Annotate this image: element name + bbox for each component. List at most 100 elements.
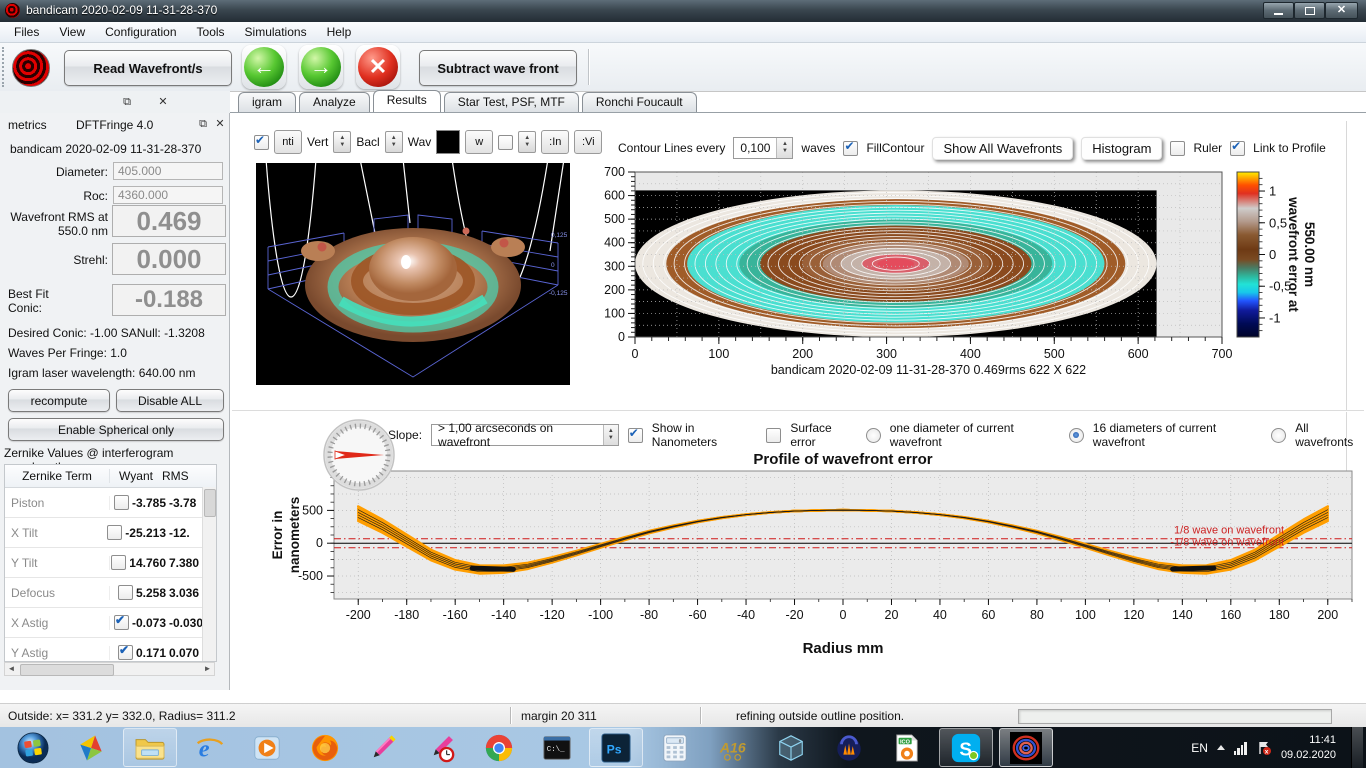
taskbar-item-firefox[interactable] bbox=[299, 729, 351, 766]
dock-close-icon[interactable]: ✕ bbox=[156, 95, 170, 109]
diameter-field[interactable]: 405.000 bbox=[113, 162, 223, 180]
ruler-checkbox[interactable] bbox=[1170, 141, 1185, 156]
spinner-arrows-icon[interactable]: ▲▼ bbox=[603, 425, 618, 445]
taskbar-item-skype[interactable]: S bbox=[939, 728, 993, 767]
delete-wavefront-button[interactable]: ✕ bbox=[356, 45, 400, 89]
zernike-enable-checkbox[interactable] bbox=[118, 645, 133, 660]
vertical-scale-spinner[interactable]: ▲▼ bbox=[333, 131, 351, 153]
table-row[interactable]: Piston -3.785 -3.78 bbox=[5, 488, 216, 518]
one-diameter-radio[interactable] bbox=[866, 428, 881, 443]
tab-igram[interactable]: igram bbox=[238, 92, 296, 112]
minimize-button[interactable] bbox=[1263, 2, 1294, 19]
start-button[interactable] bbox=[7, 729, 59, 766]
column-rms[interactable]: RMS bbox=[162, 469, 198, 483]
dock-float-icon[interactable]: ⧉ bbox=[120, 95, 134, 109]
hidden-icons-caret[interactable] bbox=[1217, 745, 1225, 750]
zernike-enable-checkbox[interactable] bbox=[114, 615, 129, 630]
taskbar-item-a16-tool[interactable]: A16 bbox=[707, 729, 759, 766]
taskbar-item-media-player[interactable] bbox=[241, 729, 293, 766]
menu-configuration[interactable]: Configuration bbox=[95, 22, 186, 42]
scroll-right-arrow[interactable]: ► bbox=[201, 663, 214, 675]
zoom-in-button[interactable]: :In bbox=[541, 130, 569, 154]
lighting-spinner[interactable]: ▲▼ bbox=[518, 131, 536, 153]
scrollbar-thumb[interactable] bbox=[204, 489, 216, 517]
roc-field[interactable]: 4360.000 bbox=[113, 186, 223, 204]
anti-aliasing-button[interactable]: nti bbox=[274, 130, 302, 154]
scroll-left-arrow[interactable]: ◄ bbox=[5, 663, 18, 675]
toolbar-drag-handle[interactable] bbox=[2, 47, 7, 87]
zernike-enable-checkbox[interactable] bbox=[111, 555, 126, 570]
show-nanometers-checkbox[interactable] bbox=[628, 428, 643, 443]
slope-threshold-combo[interactable]: > 1,00 arcseconds on wavefront ▲▼ bbox=[431, 424, 619, 446]
background-spinner[interactable]: ▲▼ bbox=[385, 131, 403, 153]
taskbar-item-pencil-app[interactable] bbox=[357, 729, 409, 766]
taskbar-item-dftfringe[interactable] bbox=[999, 728, 1053, 767]
menu-files[interactable]: Files bbox=[4, 22, 49, 42]
surface-error-checkbox[interactable] bbox=[766, 428, 781, 443]
taskbar-item-internet-explorer[interactable]: e bbox=[183, 729, 235, 766]
table-row[interactable]: X Astig -0.073 -0.030 bbox=[5, 608, 216, 638]
clock[interactable]: 11:41 09.02.2020 bbox=[1281, 733, 1338, 762]
taskbar-item-diamond-app[interactable] bbox=[65, 729, 117, 766]
taskbar-item-chrome[interactable] bbox=[473, 729, 525, 766]
show-desktop-button[interactable] bbox=[1351, 727, 1363, 768]
fill-contour-checkbox[interactable] bbox=[843, 141, 858, 156]
histogram-button[interactable]: Histogram bbox=[1081, 137, 1162, 160]
next-wavefront-button[interactable]: → bbox=[299, 45, 343, 89]
previous-wavefront-button[interactable]: ← bbox=[242, 45, 286, 89]
link-to-profile-checkbox[interactable] bbox=[1230, 141, 1245, 156]
tab-results[interactable]: Results bbox=[373, 90, 441, 112]
taskbar-item-photoshop[interactable]: Ps bbox=[589, 728, 643, 767]
taskbar-item-explorer[interactable] bbox=[123, 728, 177, 767]
interferogram-icon[interactable] bbox=[12, 49, 50, 87]
taskbar-item-3d-cube-app[interactable] bbox=[765, 729, 817, 766]
tab-analyze[interactable]: Analyze bbox=[299, 92, 370, 112]
subtract-wavefront-button[interactable]: Subtract wave front bbox=[419, 50, 577, 86]
horizontal-scrollbar[interactable]: ◄ ► bbox=[4, 662, 215, 676]
zernike-enable-checkbox[interactable] bbox=[114, 495, 129, 510]
lighting-checkbox[interactable] bbox=[498, 135, 513, 150]
contour-interval-spinbox[interactable]: 0,100 ▲▼ bbox=[733, 137, 793, 159]
spinner-arrows-icon[interactable]: ▲▼ bbox=[776, 138, 792, 158]
show-all-wavefronts-button[interactable]: Show All Wavefronts bbox=[932, 137, 1073, 160]
column-wyant[interactable]: Wyant bbox=[110, 469, 162, 483]
maximize-button[interactable] bbox=[1294, 2, 1325, 19]
menu-tools[interactable]: Tools bbox=[187, 22, 235, 42]
table-row[interactable]: Y Astig 0.171 0.070 bbox=[5, 638, 216, 662]
table-row[interactable]: X Tilt -25.213 -12. bbox=[5, 518, 216, 548]
taskbar-item-ico-file[interactable]: ICO bbox=[881, 729, 933, 766]
language-indicator[interactable]: EN bbox=[1191, 741, 1208, 755]
network-icon[interactable] bbox=[1234, 741, 1247, 755]
taskbar-item-pencil-timer-app[interactable] bbox=[415, 729, 467, 766]
scrollbar-thumb[interactable] bbox=[20, 664, 114, 676]
profile-chart[interactable]: Profile of wavefront errorError innanome… bbox=[262, 448, 1362, 666]
panel-float-icon[interactable]: ⧉ bbox=[196, 117, 210, 131]
all-wavefronts-radio[interactable] bbox=[1271, 428, 1286, 443]
show-button[interactable]: w bbox=[465, 130, 493, 154]
zernike-header-row[interactable]: Zernike Term Wyant RMS bbox=[5, 465, 216, 488]
action-center-flag-icon[interactable]: x bbox=[1256, 740, 1272, 756]
background-color-swatch[interactable] bbox=[436, 130, 460, 154]
surface-toggle-checkbox[interactable] bbox=[254, 135, 269, 150]
save-view-button[interactable]: :Vi bbox=[574, 130, 602, 154]
table-row[interactable]: Defocus 5.258 3.036 bbox=[5, 578, 216, 608]
close-button[interactable]: ✕ bbox=[1325, 2, 1358, 19]
vertical-scrollbar[interactable] bbox=[202, 487, 216, 661]
read-wavefronts-button[interactable]: Read Wavefront/s bbox=[64, 50, 232, 86]
disable-all-button[interactable]: Disable ALL bbox=[116, 389, 224, 412]
column-zernike-term[interactable]: Zernike Term bbox=[5, 469, 110, 483]
tab-ronchi-foucault[interactable]: Ronchi Foucault bbox=[582, 92, 697, 112]
taskbar-item-calculator[interactable]: 0 bbox=[649, 729, 701, 766]
taskbar-item-audacity[interactable] bbox=[823, 729, 875, 766]
recompute-button[interactable]: recompute bbox=[8, 389, 110, 412]
taskbar-item-command-prompt[interactable]: C:\_ bbox=[531, 729, 583, 766]
menu-simulations[interactable]: Simulations bbox=[235, 22, 317, 42]
enable-spherical-button[interactable]: Enable Spherical only bbox=[8, 418, 224, 441]
panel-close-icon[interactable]: ✕ bbox=[213, 117, 227, 131]
zernike-enable-checkbox[interactable] bbox=[107, 525, 122, 540]
sixteen-diameters-radio[interactable] bbox=[1069, 428, 1084, 443]
menu-help[interactable]: Help bbox=[317, 22, 362, 42]
contour-chart[interactable]: 0100200300400500600700010020030040050060… bbox=[585, 160, 1330, 405]
wavefront-3d-view[interactable]: 0,1250-0,125 bbox=[256, 163, 570, 385]
zernike-enable-checkbox[interactable] bbox=[118, 585, 133, 600]
